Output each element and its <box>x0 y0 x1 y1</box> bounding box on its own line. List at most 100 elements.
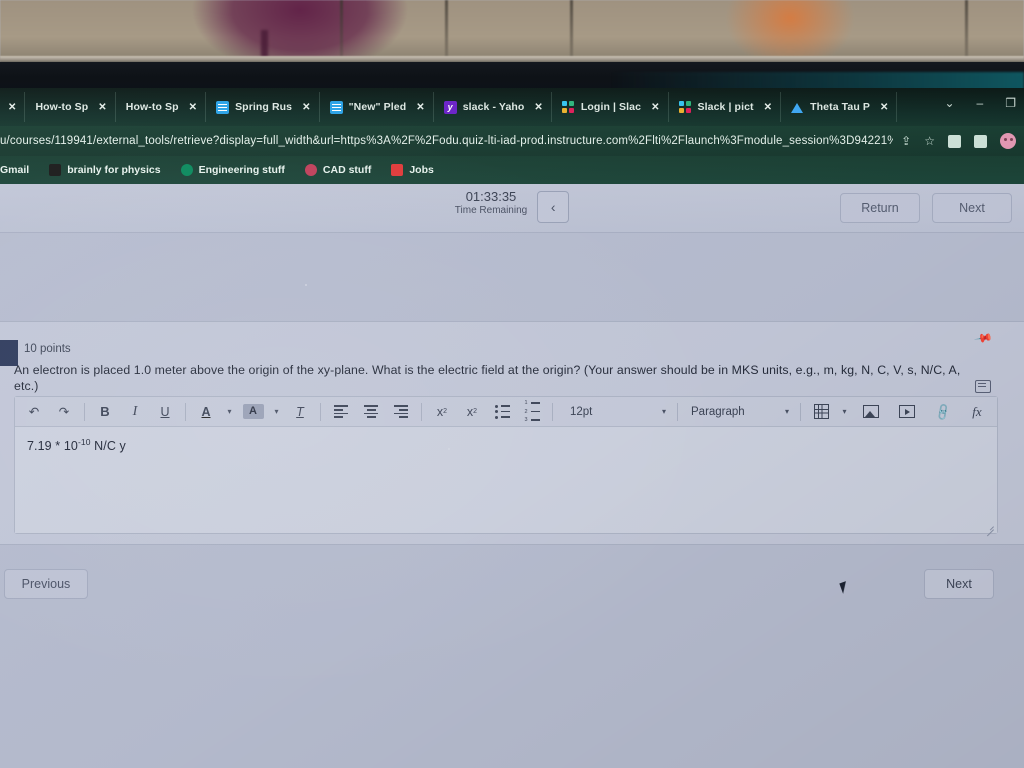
share-icon[interactable]: ⇪ <box>901 134 911 148</box>
quiz-page: 01:33:35 Time Remaining ‹ Return Next 10… <box>0 184 1024 768</box>
tab-close-icon[interactable]: ✕ <box>534 102 542 113</box>
browser-tab[interactable]: ✕ <box>0 92 26 122</box>
answer-input[interactable]: 7.19 * 10-10 N/C y <box>15 427 997 537</box>
block-format-select[interactable]: Paragraph ▾ <box>683 401 795 423</box>
tab-close-icon[interactable]: ✕ <box>880 102 888 113</box>
timer: 01:33:35 Time Remaining <box>455 189 527 217</box>
quiz-navigation: Previous Next <box>0 565 1024 609</box>
screenshot-root: ✕ How-to Sp ✕ How-to Sp ✕ Spring Rus ✕ "… <box>0 0 1024 768</box>
equation-button[interactable]: fx <box>961 400 993 424</box>
bookmark-label: CAD stuff <box>322 164 372 176</box>
new-tab-button[interactable]: + <box>897 99 931 116</box>
screen-speck <box>448 448 450 450</box>
question-points: 10 points <box>24 343 71 355</box>
undo-button[interactable]: ↶ <box>19 400 49 424</box>
editor-resize-handle[interactable] <box>984 521 994 537</box>
bookmark-item-gmail[interactable]: Gmail <box>0 164 39 176</box>
bookmark-item-jobs[interactable]: Jobs <box>381 164 444 176</box>
superscript-button[interactable]: x2 <box>427 400 457 424</box>
tab-close-icon[interactable]: ✕ <box>98 102 106 113</box>
align-right-button[interactable] <box>386 400 416 424</box>
tab-close-icon[interactable]: ✕ <box>416 102 424 113</box>
extensions-puzzle-icon[interactable] <box>948 134 961 148</box>
table-caret-icon[interactable]: ▾ <box>836 400 853 424</box>
numbered-list-button[interactable]: 1 2 3 <box>517 400 547 424</box>
subscript-button[interactable]: x2 <box>457 400 487 424</box>
minimize-icon[interactable]: – <box>977 96 984 110</box>
font-size-value: 12pt <box>570 405 593 418</box>
media-button[interactable] <box>889 400 925 424</box>
font-size-select[interactable]: 12pt ▾ <box>562 401 672 423</box>
address-bar-icons: ⇪ ☆ <box>893 133 1024 149</box>
profile-avatar-icon[interactable] <box>1000 133 1016 149</box>
rich-content-editor: ↶ ↷ B I U A ▾ A ▾ T x 2 x 2 1 2 3 12pt ▾… <box>14 396 998 537</box>
underline-button[interactable]: U <box>150 400 180 424</box>
text-color-button[interactable]: A <box>191 400 221 424</box>
link-button[interactable]: 🔗 <box>921 391 964 431</box>
equation-icon: fx <box>972 403 982 419</box>
decorative-rail <box>340 0 343 62</box>
tab-close-icon[interactable]: ✕ <box>189 102 197 113</box>
cad-icon <box>304 164 317 176</box>
tab-close-icon[interactable]: ✕ <box>302 102 310 113</box>
image-button[interactable] <box>853 400 889 424</box>
text-color-caret-icon[interactable]: ▾ <box>221 400 238 424</box>
align-left-button[interactable] <box>326 400 356 424</box>
align-center-button[interactable] <box>356 400 386 424</box>
maximize-icon[interactable]: ❐ <box>1005 96 1016 110</box>
tab-close-icon[interactable]: ✕ <box>8 102 16 113</box>
browser-tab[interactable]: y slack - Yaho ✕ <box>434 92 552 122</box>
bold-button[interactable]: B <box>90 400 120 424</box>
pin-icon[interactable]: 📌 <box>973 328 993 348</box>
browser-tab[interactable]: How-to Sp ✕ <box>116 92 207 122</box>
next-button[interactable]: Next <box>924 569 994 599</box>
numbered-list-icon: 1 2 3 <box>525 400 540 423</box>
browser-tab[interactable]: How-to Sp ✕ <box>25 92 116 122</box>
answer-suffix: N/C y <box>90 439 126 454</box>
bookmark-label: Gmail <box>0 164 30 176</box>
previous-button[interactable]: Previous <box>4 569 88 599</box>
table-icon <box>813 404 829 419</box>
return-button[interactable]: Return <box>840 193 920 223</box>
tab-close-icon[interactable]: ✕ <box>651 102 659 113</box>
answer-exponent: -10 <box>77 437 91 447</box>
clear-formatting-button[interactable]: T <box>285 400 315 424</box>
browser-tab[interactable]: Login | Slac ✕ <box>552 92 669 122</box>
toolbar-divider <box>677 402 678 421</box>
address-bar[interactable]: u/courses/119941/external_tools/retrieve… <box>0 126 1024 156</box>
calculator-icon[interactable] <box>975 380 991 393</box>
bookmark-item-brainly[interactable]: brainly for physics <box>39 164 170 176</box>
doc-icon <box>216 100 230 114</box>
collapse-timer-button[interactable]: ‹ <box>537 191 570 223</box>
chevron-down-icon[interactable]: ⌄ <box>944 96 954 110</box>
italic-button[interactable]: I <box>120 400 150 424</box>
bookmark-item-engineering[interactable]: Engineering stuff <box>171 164 295 176</box>
screen-speck <box>305 284 307 286</box>
bullet-list-button[interactable] <box>487 400 517 424</box>
toolbar-divider <box>800 402 801 421</box>
redo-button[interactable]: ↷ <box>49 400 79 424</box>
tab-strip: ✕ How-to Sp ✕ How-to Sp ✕ Spring Rus ✕ "… <box>0 88 1024 126</box>
slack-icon <box>678 100 692 114</box>
browser-tab[interactable]: Spring Rus ✕ <box>206 92 320 122</box>
browser-tab[interactable]: Slack | pict ✕ <box>669 92 782 122</box>
bookmark-star-icon[interactable]: ☆ <box>924 134 935 148</box>
header-next-button[interactable]: Next <box>932 193 1012 223</box>
square-icon <box>49 164 62 176</box>
highlight-button[interactable]: A <box>238 400 268 424</box>
highlight-caret-icon[interactable]: ▾ <box>268 400 285 424</box>
bookmark-item-cad[interactable]: CAD stuff <box>295 164 381 176</box>
block-format-value: Paragraph <box>691 405 745 418</box>
table-button[interactable] <box>806 400 836 424</box>
tab-title: slack - Yaho <box>462 101 525 113</box>
editor-toolbar: ↶ ↷ B I U A ▾ A ▾ T x 2 x 2 1 2 3 12pt ▾… <box>15 397 997 427</box>
quiz-header: 01:33:35 Time Remaining ‹ Return Next <box>0 184 1024 233</box>
tab-close-icon[interactable]: ✕ <box>764 102 772 113</box>
browser-tab[interactable]: "New" Pled ✕ <box>320 92 434 122</box>
url-input[interactable]: u/courses/119941/external_tools/retrieve… <box>0 135 893 147</box>
toolbar-divider <box>320 402 321 421</box>
tab-title: Spring Rus <box>235 101 293 113</box>
browser-tab[interactable]: Theta Tau P ✕ <box>781 92 898 122</box>
sidebar-icon[interactable] <box>974 134 987 148</box>
bookmark-label: Engineering stuff <box>198 164 285 176</box>
